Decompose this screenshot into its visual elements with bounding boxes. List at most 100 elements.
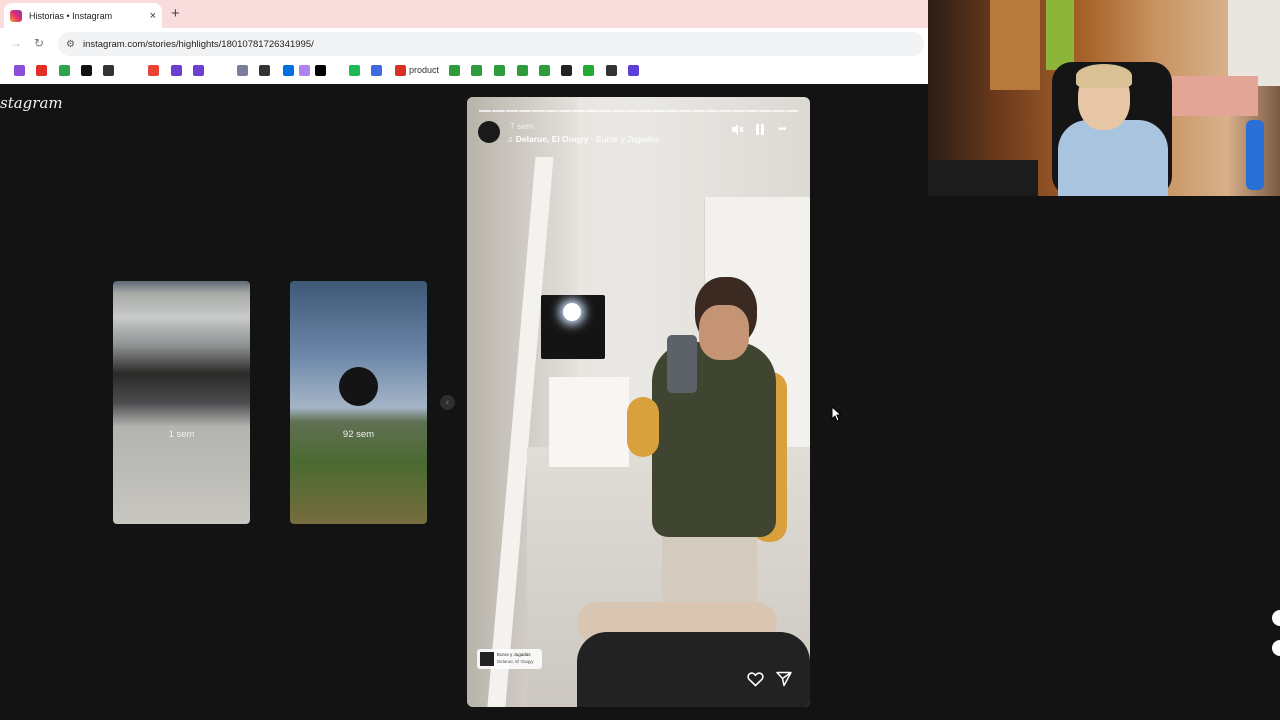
instagram-logo[interactable]: stagram [0,94,63,112]
progress-segment [479,110,492,112]
close-tab-icon[interactable]: × [150,10,156,22]
progress-segment [532,110,545,112]
reload-button[interactable]: ↻ [34,36,44,50]
webcam-cabinet [1046,0,1074,70]
progress-segment [785,110,798,112]
bookmark-icon[interactable] [395,65,406,76]
url-text: instagram.com/stories/highlights/1801078… [82,38,314,50]
music-note-icon: ♫ [507,134,516,144]
bookmark-icon[interactable] [283,65,294,76]
progress-segment [492,110,505,112]
bookmark-icon[interactable] [237,65,248,76]
progress-segment [758,110,772,112]
previous-story-button[interactable]: ‹ [440,395,455,410]
progress-segment [692,110,705,112]
story-song[interactable]: ♫ Delarue, El Ouqyy · Euros y Jugadas [507,134,659,144]
album-cover [480,652,494,666]
new-tab-button[interactable]: + [171,5,180,22]
progress-segment [732,110,745,112]
bookmark-icon[interactable] [606,65,617,76]
story-thumbnail[interactable]: 92 sem [290,281,427,524]
webcam-locker [990,0,1040,90]
song-artist: Delarue, El Ouqyy [515,134,589,144]
story-timestamp: 7 sem [510,121,534,131]
progress-segment [558,110,572,112]
progress-segment [705,110,718,112]
bookmark-icon[interactable] [299,65,310,76]
tab-bar: Historias • Instagram × + [0,0,928,28]
story-age: 1 sem [168,429,195,440]
progress-segment [678,110,692,112]
mouse-cursor-icon [831,405,843,427]
music-sticker[interactable]: Euros y Jugadas Delarue, El Ouqyy [477,649,542,669]
progress-segment [745,110,758,112]
story-photo-light [563,303,581,321]
forward-button[interactable]: → [10,36,22,50]
mute-icon[interactable] [731,123,744,139]
webcam-overlay [928,0,1280,196]
progress-segment [772,110,785,112]
bookmark-icon[interactable] [539,65,550,76]
progress-segment [625,110,638,112]
site-info-icon[interactable]: ⚙ [66,39,75,50]
story-viewer[interactable]: 7 sem ♫ Delarue, El Ouqyy · Euros y Juga… [467,97,810,707]
bookmark-icon[interactable] [171,65,182,76]
bookmark-icon[interactable] [517,65,528,76]
share-icon[interactable] [776,671,792,692]
bookmark-icon[interactable] [628,65,639,76]
bookmark-icon[interactable] [14,65,25,76]
sticker-song-title: Euros y Jugadas [497,652,531,657]
pause-icon[interactable] [754,123,766,139]
avatar[interactable] [478,121,500,143]
instagram-favicon-icon [10,9,22,22]
sticker-song-artist: Delarue, El Ouqyy [497,659,534,664]
webcam-window [1228,0,1280,86]
avatar [339,367,378,406]
tab-title: Historias • Instagram [29,10,113,21]
next-story-button[interactable] [1272,610,1280,626]
bookmarks-bar: product [0,60,928,84]
like-icon[interactable] [747,671,764,692]
story-photo-phone [667,335,697,393]
progress-segment [612,110,625,112]
webcam-desk [928,160,1038,196]
webcam-person [1076,64,1132,88]
address-row: → ↻ ⚙ instagram.com/stories/highlights/1… [0,28,928,60]
progress-segment [518,110,532,112]
story-photo-person [627,397,659,457]
tab-instagram[interactable]: Historias • Instagram × [4,3,162,28]
bookmark-icon[interactable] [494,65,505,76]
song-separator: · [588,134,597,144]
webcam-person [1058,120,1168,196]
story-photo-person [699,305,749,360]
next-story-button[interactable] [1272,640,1280,656]
bookmark-icon[interactable] [449,65,460,76]
bookmark-icon[interactable] [259,65,270,76]
story-progress-bar [479,110,798,112]
bookmark-icon[interactable] [583,65,594,76]
story-thumbnail[interactable]: 1 sem [113,281,250,524]
progress-segment [652,110,665,112]
bookmark-icon[interactable] [349,65,360,76]
bookmark-icon[interactable] [81,65,92,76]
progress-segment [598,110,612,112]
bookmark-icon[interactable] [103,65,114,76]
address-bar[interactable]: ⚙ instagram.com/stories/highlights/18010… [58,32,924,56]
progress-segment [718,110,732,112]
story-photo-sideboard [549,377,629,467]
more-options-icon[interactable]: ••• [778,124,786,135]
progress-segment [572,110,585,112]
progress-segment [545,110,558,112]
story-photo-sofa [577,632,810,707]
bookmark-icon[interactable] [148,65,159,76]
bookmark-product[interactable]: product [409,65,439,75]
bookmark-icon[interactable] [59,65,70,76]
bookmark-icon[interactable] [36,65,47,76]
bookmark-icon[interactable] [561,65,572,76]
bookmark-icon[interactable] [315,65,326,76]
progress-segment [585,110,598,112]
bookmark-icon[interactable] [371,65,382,76]
bookmark-icon[interactable] [193,65,204,76]
webcam-bottle [1246,120,1264,190]
bookmark-icon[interactable] [471,65,482,76]
